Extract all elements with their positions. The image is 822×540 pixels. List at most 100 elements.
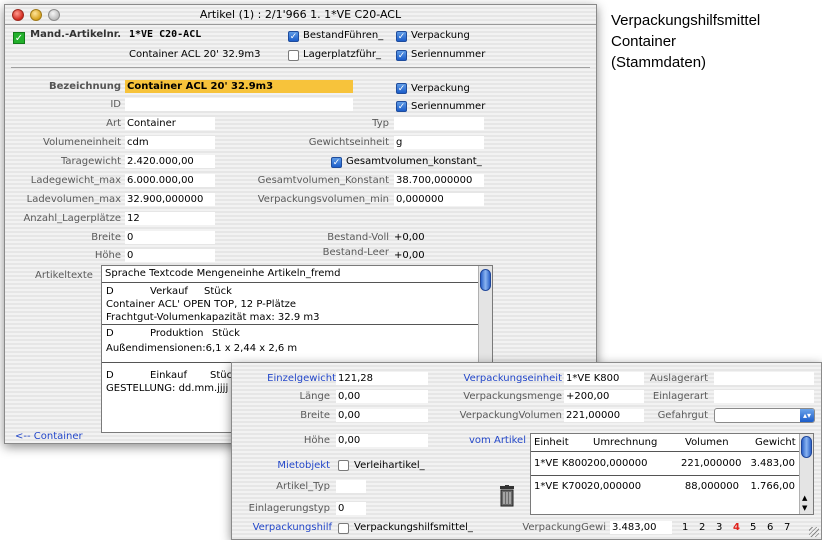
scroll-up-arrow-icon[interactable]: ▲: [802, 494, 807, 502]
art-label: Art: [106, 118, 121, 129]
verpackung-checkbox[interactable]: ✓: [396, 83, 407, 94]
cell-einheit: 1*VE K800: [534, 458, 588, 469]
lagerplatz-checkbox[interactable]: [288, 50, 299, 61]
table-row[interactable]: 1*VE K800 200,000000 221,000000 3.483,00: [531, 456, 799, 474]
verleihartikel-checkbox[interactable]: [338, 460, 349, 471]
bezeichnung-label: Bezeichnung: [49, 81, 121, 92]
row-text-line1: Außendimensionen:6,1 x 2,44 x 2,6 m: [106, 343, 298, 354]
chevron-down-icon: ▴▾: [800, 409, 814, 422]
page-1[interactable]: 1: [682, 522, 688, 533]
gesamtvolumen-input[interactable]: 38.700,000000: [394, 174, 484, 187]
breite-input[interactable]: 0: [125, 231, 215, 244]
breite-label-2: Breite: [300, 410, 330, 421]
cell-umrechnung: 200,000000: [587, 458, 648, 469]
row-sprache: D: [106, 286, 114, 297]
typ-input[interactable]: [394, 117, 484, 130]
page-4-active[interactable]: 4: [733, 522, 740, 533]
column-header-gewicht: Gewicht: [755, 437, 796, 448]
bestandfuehren-checkbox[interactable]: ✓: [288, 31, 299, 42]
table-header-divider: [531, 451, 799, 452]
page-5[interactable]: 5: [750, 522, 756, 533]
list-item[interactable]: D Verkauf Stück Container ACL' OPEN TOP,…: [102, 284, 476, 324]
verpackungshilfsmittel-checkbox[interactable]: [338, 523, 349, 534]
table-row[interactable]: 1*VE K700 20,000000 88,000000 1.766,00: [531, 479, 799, 497]
taragewicht-label: Taragewicht: [60, 156, 121, 167]
artikeltexte-label: Artikeltexte: [35, 270, 93, 281]
laenge-input[interactable]: 0,00: [336, 390, 428, 403]
mand-artikelnr-value[interactable]: 1*VE C20-ACL: [129, 29, 201, 40]
page-6[interactable]: 6: [767, 522, 773, 533]
auslagerart-input[interactable]: [714, 372, 814, 385]
verpackunggewi-input[interactable]: 3.483,00: [610, 521, 672, 534]
row-divider: [531, 475, 799, 476]
verpackungsvolumen-input[interactable]: 0,000000: [394, 193, 484, 206]
verpackung-checkbox-top[interactable]: ✓: [396, 31, 407, 42]
cell-einheit: 1*VE K700: [534, 481, 588, 492]
page-3[interactable]: 3: [716, 522, 722, 533]
ladevolumen-label: Ladevolumen_max: [26, 194, 121, 205]
typ-label: Typ: [372, 118, 389, 129]
einzelgewicht-input[interactable]: 121,28: [336, 372, 428, 385]
cell-volumen: 88,000000: [684, 481, 739, 492]
page-7[interactable]: 7: [784, 522, 790, 533]
header-divider: [11, 67, 590, 68]
scrollbar-thumb[interactable]: [801, 436, 812, 458]
breite-input-2[interactable]: 0,00: [336, 409, 428, 422]
resize-grip-icon[interactable]: [809, 527, 819, 537]
id-input[interactable]: [125, 98, 353, 111]
seriennummer-checkbox-top[interactable]: ✓: [396, 50, 407, 61]
einlagerart-label: Einlagerart: [652, 391, 708, 402]
verpackungvolumen-input[interactable]: 221,00000: [564, 409, 644, 422]
row-sprache: D: [106, 370, 114, 381]
mand-artikel-desc: Container ACL 20' 32.9m3: [129, 49, 261, 60]
scroll-down-arrow-icon[interactable]: ▼: [802, 504, 807, 512]
cell-umrechnung: 20,000000: [587, 481, 642, 492]
gesamtvolumen-konstant-checkbox[interactable]: ✓: [331, 157, 342, 168]
hoehe-input-2[interactable]: 0,00: [336, 434, 428, 447]
ladegewicht-input[interactable]: 6.000.000,00: [125, 174, 215, 187]
close-window-button[interactable]: [12, 9, 24, 21]
minimize-window-button[interactable]: [30, 9, 42, 21]
hoehe-label: Höhe: [94, 250, 121, 261]
bestand-voll-value: +0,00: [394, 232, 425, 243]
zoom-window-button[interactable]: [48, 9, 60, 21]
gewichtseinheit-input[interactable]: g: [394, 136, 484, 149]
table-scrollbar[interactable]: ▲ ▼: [799, 434, 813, 514]
einheiten-table[interactable]: Einheit Umrechnung Volumen Gewicht 1*VE …: [530, 433, 814, 515]
page-2[interactable]: 2: [699, 522, 705, 533]
taragewicht-input[interactable]: 2.420.000,00: [125, 155, 215, 168]
verpackungsmenge-input[interactable]: +200,00: [564, 390, 644, 403]
row-textcode: Einkauf: [150, 370, 188, 381]
volumeneinheit-input[interactable]: cdm: [125, 136, 215, 149]
volumeneinheit-label: Volumeneinheit: [43, 137, 121, 148]
bezeichnung-input[interactable]: Container ACL 20' 32.9m3: [125, 80, 353, 93]
trash-icon[interactable]: [498, 485, 516, 507]
row-einheit: Stück: [204, 286, 232, 297]
verpackung-label: Verpackung: [411, 83, 470, 94]
einlagerart-input[interactable]: [714, 390, 814, 403]
bestand-leer-value: +0,00: [394, 250, 425, 261]
ladevolumen-input[interactable]: 32.900,000000: [125, 193, 215, 206]
seriennummer-checkbox[interactable]: ✓: [396, 101, 407, 112]
id-label: ID: [110, 99, 121, 110]
einlagerungstyp-label: Einlagerungstyp: [248, 503, 330, 514]
title-bar[interactable]: Artikel (1) : 2/1'966 1. 1*VE C20-ACL: [5, 5, 596, 25]
back-to-container-link[interactable]: <-- Container: [15, 431, 83, 442]
row-einheit: Stück: [212, 328, 240, 339]
hoehe-input[interactable]: 0: [125, 249, 215, 262]
anzahl-lagerplaetze-input[interactable]: 12: [125, 212, 215, 225]
window-title: Artikel (1) : 2/1'966 1. 1*VE C20-ACL: [199, 8, 402, 21]
einlagerungstyp-input[interactable]: 0: [336, 502, 366, 515]
gefahrgut-label: Gefahrgut: [657, 410, 708, 421]
art-input[interactable]: Container: [125, 117, 215, 130]
artikel-typ-input[interactable]: [336, 480, 366, 493]
bestand-voll-label: Bestand-Voll: [327, 232, 389, 243]
verpackungseinheit-input[interactable]: 1*VE K800: [564, 372, 644, 385]
list-item[interactable]: D Produktion Stück Außendimensionen:6,1 …: [102, 326, 476, 362]
side-note-line-1: Verpackungshilfsmittel: [611, 12, 761, 29]
gefahrgut-select[interactable]: ▴▾: [714, 408, 815, 423]
scrollbar-thumb[interactable]: [480, 269, 491, 291]
gesamtvolumen-label: Gesamtvolumen_Konstant: [257, 175, 389, 186]
gewichtseinheit-label: Gewichtseinheit: [308, 137, 389, 148]
verpackungsvolumen-label: Verpackungsvolumen_min: [257, 194, 389, 205]
